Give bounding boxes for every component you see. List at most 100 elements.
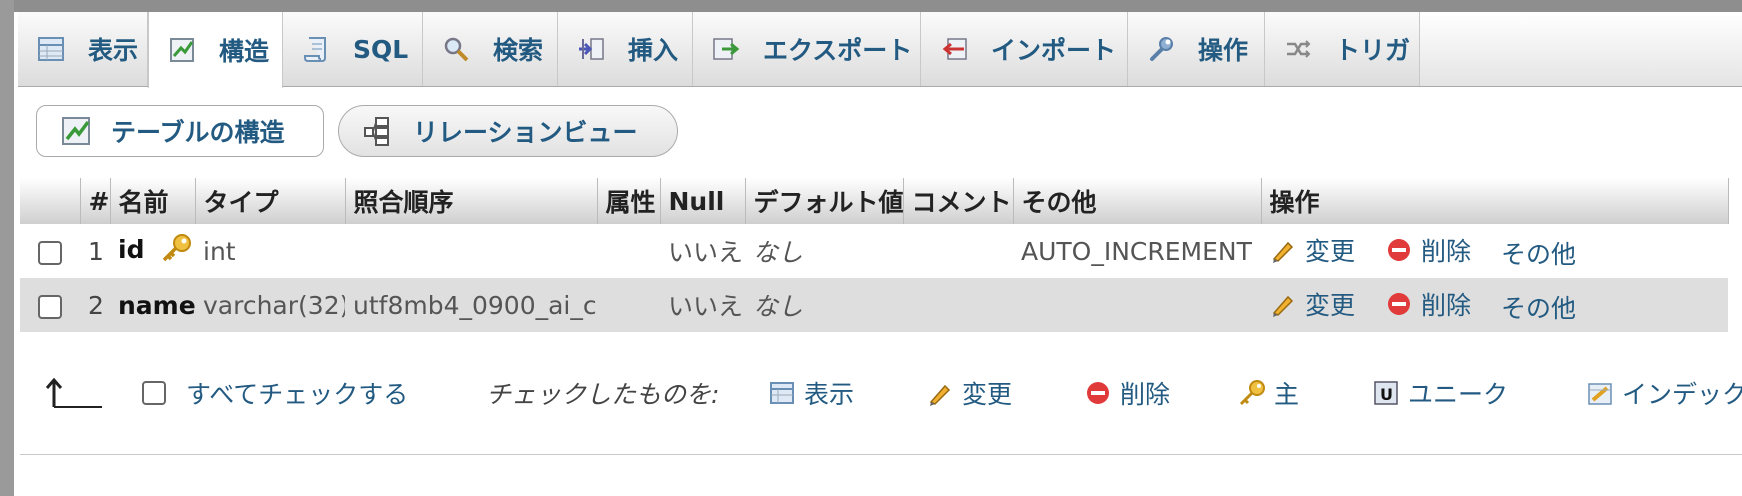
- change-action[interactable]: 変更: [1269, 232, 1355, 268]
- bulk-drop-button[interactable]: 削除: [1084, 370, 1170, 416]
- column-header-null[interactable]: Null: [660, 178, 746, 224]
- tab-triggers[interactable]: トリガ: [1265, 12, 1420, 86]
- column-header-action: 操作: [1261, 178, 1729, 224]
- import-icon: [939, 34, 969, 64]
- pencil-icon: [1269, 290, 1297, 318]
- table-row: 1 id int いいえ なし AUTO_INCREMENT 変更 削除 その他: [20, 224, 1728, 278]
- check-all-control[interactable]: すべてチェックする: [142, 370, 408, 416]
- field-null: いいえ: [660, 224, 745, 278]
- structure-icon: [167, 35, 197, 65]
- sql-icon: [301, 34, 331, 64]
- field-name: name: [118, 290, 195, 320]
- tab-label: トリガ: [1335, 36, 1411, 65]
- row-actions: 変更 削除 その他: [1261, 224, 1728, 278]
- row-actions: 変更 削除 その他: [1261, 278, 1728, 332]
- field-default: なし: [745, 224, 903, 278]
- tab-export[interactable]: エクスポート: [693, 12, 921, 86]
- column-header-type[interactable]: タイプ: [195, 178, 346, 224]
- column-header-collation[interactable]: 照合順序: [345, 178, 598, 224]
- more-action[interactable]: その他: [1501, 289, 1576, 325]
- drop-icon: [1084, 379, 1112, 407]
- tab-browse[interactable]: 表示: [18, 12, 148, 86]
- tab-insert[interactable]: 挿入: [558, 12, 693, 86]
- bulk-unique-button[interactable]: U ユニーク: [1372, 370, 1508, 416]
- row-number: 1: [80, 224, 110, 278]
- more-action[interactable]: その他: [1501, 235, 1576, 271]
- tab-structure[interactable]: 構造: [148, 12, 283, 88]
- browse-icon: [36, 34, 66, 64]
- bulk-primary-button[interactable]: 主: [1238, 370, 1299, 416]
- unique-icon: U: [1372, 379, 1400, 407]
- field-type: int: [195, 224, 345, 278]
- column-header-name[interactable]: 名前: [110, 178, 196, 224]
- column-header-extra[interactable]: その他: [1013, 178, 1262, 224]
- tab-label: 表示: [88, 36, 139, 65]
- index-icon: [1586, 379, 1614, 407]
- tab-import[interactable]: インポート: [921, 12, 1128, 86]
- field-comment: [903, 224, 1013, 278]
- column-header-attributes[interactable]: 属性: [597, 178, 661, 224]
- triggers-icon: [1283, 34, 1313, 64]
- tab-label: 検索: [493, 36, 544, 65]
- left-frame-edge: [0, 0, 14, 496]
- bulk-change-button[interactable]: 変更: [926, 370, 1012, 416]
- check-all-checkbox[interactable]: [142, 381, 166, 405]
- tab-label: SQL: [353, 34, 409, 64]
- column-header-default[interactable]: デフォルト値: [745, 178, 904, 224]
- with-selected-label: チェックしたものを:: [486, 380, 720, 409]
- tab-label: エクスポート: [763, 36, 913, 65]
- tab-label: 操作: [1198, 36, 1249, 65]
- table-header-row: # 名前 タイプ 照合順序 属性 Null デフォルト値 コメント その他 操作: [20, 178, 1729, 224]
- insert-icon: [576, 34, 606, 64]
- column-header-checkbox: [20, 178, 81, 224]
- tab-label: 挿入: [628, 36, 679, 65]
- tab-label: 構造: [219, 37, 270, 66]
- field-name: id: [118, 235, 145, 264]
- drop-icon: [1385, 236, 1413, 264]
- column-header-comment[interactable]: コメント: [903, 178, 1014, 224]
- field-default: なし: [745, 278, 903, 332]
- subtab-label: テーブルの構造: [111, 118, 285, 147]
- row-checkbox[interactable]: [38, 294, 62, 319]
- table-structure-button[interactable]: テーブルの構造: [36, 105, 324, 157]
- row-checkbox[interactable]: [38, 240, 62, 265]
- export-icon: [711, 34, 741, 64]
- field-collation: [345, 224, 597, 278]
- tab-operations[interactable]: 操作: [1128, 12, 1265, 86]
- wrench-icon: [1146, 34, 1176, 64]
- table-row: 2 name varchar(32) utf8mb4_0900_ai_ci いい…: [20, 278, 1728, 332]
- structure-icon: [59, 114, 93, 148]
- tab-sql[interactable]: SQL: [283, 12, 423, 86]
- tab-search[interactable]: 検索: [423, 12, 558, 86]
- browse-icon: [768, 379, 796, 407]
- drop-action[interactable]: 削除: [1385, 286, 1471, 322]
- relation-view-button[interactable]: リレーションビュー: [338, 105, 678, 157]
- field-null: いいえ: [660, 278, 745, 332]
- structure-table: # 名前 タイプ 照合順序 属性 Null デフォルト値 コメント その他 操作…: [20, 178, 1729, 332]
- drop-icon: [1385, 290, 1413, 318]
- primary-key-icon: [160, 233, 194, 269]
- bulk-browse-button[interactable]: 表示: [768, 370, 854, 416]
- arrow-up-left-icon: [44, 370, 104, 416]
- bulk-actions-bar: すべてチェックする チェックしたものを: 表示 変更 削除 主 U ユニーク イ…: [20, 370, 1742, 416]
- field-type: varchar(32): [195, 278, 345, 332]
- field-collation: utf8mb4_0900_ai_ci: [345, 278, 597, 332]
- change-action[interactable]: 変更: [1269, 286, 1355, 322]
- table-tabs: 表示 構造 SQL 検索 挿入 エクスポート インポート 操作 トリガ: [18, 12, 1742, 88]
- pencil-icon: [1269, 236, 1297, 264]
- subtab-label: リレーションビュー: [413, 118, 638, 147]
- breadcrumb-bar: [14, 0, 1742, 12]
- field-attributes: [597, 224, 660, 278]
- column-header-number[interactable]: #: [80, 178, 111, 224]
- relation-icon: [361, 114, 395, 148]
- field-extra: AUTO_INCREMENT: [1013, 224, 1261, 278]
- section-divider: [20, 454, 1742, 455]
- key-icon: [1238, 379, 1266, 407]
- svg-text:U: U: [1380, 385, 1393, 404]
- check-all-label[interactable]: すべてチェックする: [186, 375, 408, 411]
- drop-action[interactable]: 削除: [1385, 232, 1471, 268]
- search-icon: [441, 34, 471, 64]
- bulk-index-button[interactable]: インデック: [1586, 370, 1742, 416]
- field-attributes: [597, 278, 660, 332]
- tab-label: インポート: [991, 36, 1117, 65]
